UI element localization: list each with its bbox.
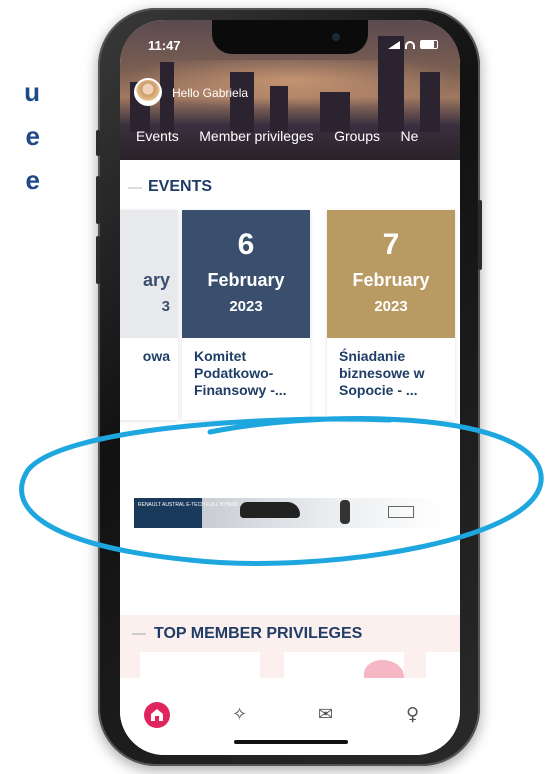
camera xyxy=(332,33,340,41)
wifi-icon xyxy=(405,40,415,49)
battery-icon xyxy=(420,40,438,49)
highlight-circle xyxy=(19,416,544,566)
status-icons xyxy=(388,40,438,49)
notch xyxy=(212,20,368,54)
signal-icon xyxy=(388,40,400,49)
status-time: 11:47 xyxy=(148,38,181,53)
